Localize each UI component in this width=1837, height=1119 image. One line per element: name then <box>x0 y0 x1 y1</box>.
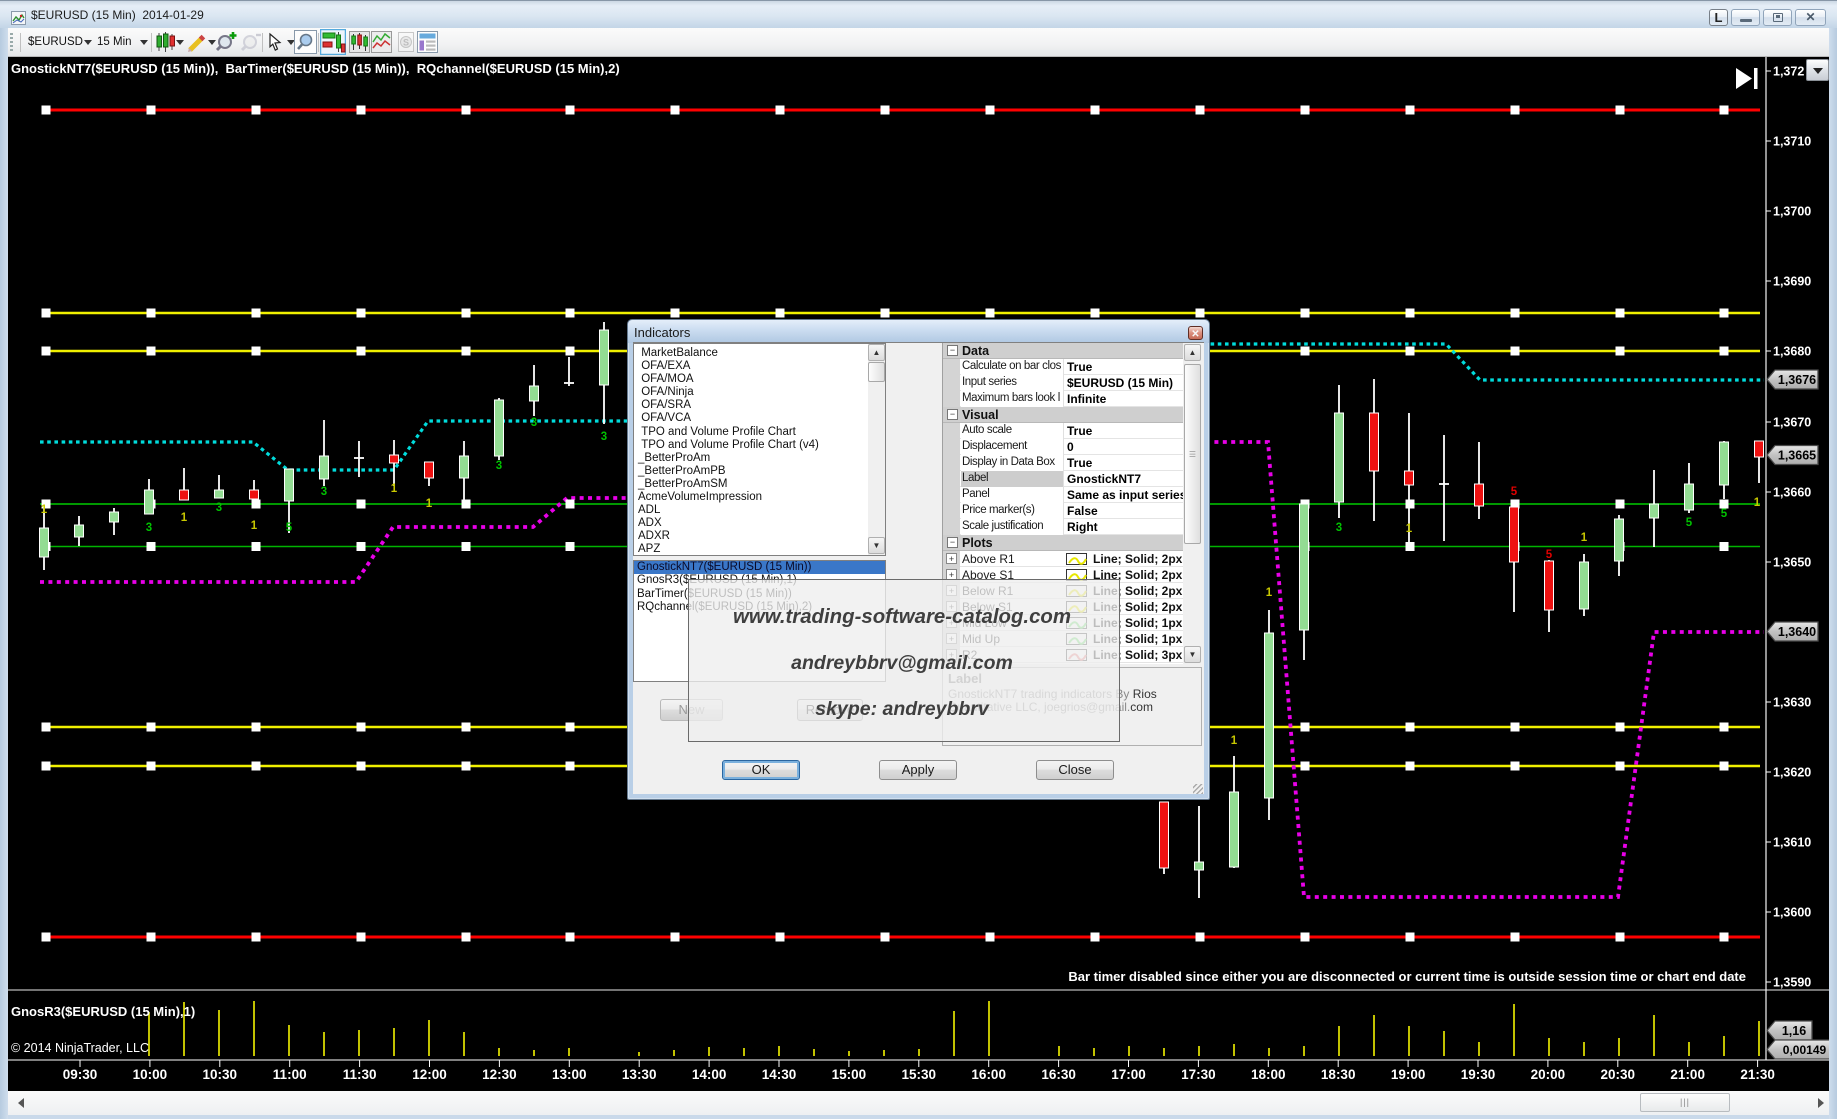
svg-text:1: 1 <box>181 512 188 524</box>
svg-text:1: 1 <box>251 520 258 532</box>
svg-text:11:30: 11:30 <box>343 1067 377 1082</box>
svg-text:1,3710: 1,3710 <box>1773 135 1811 149</box>
svg-text:1,16: 1,16 <box>1782 1024 1806 1038</box>
svg-text:20:30: 20:30 <box>1601 1067 1636 1082</box>
svg-text:16:30: 16:30 <box>1041 1067 1076 1082</box>
svg-text:10:30: 10:30 <box>203 1067 238 1082</box>
svg-text:1: 1 <box>1581 532 1588 544</box>
svg-text:5: 5 <box>1721 508 1728 520</box>
svg-text:1,3700: 1,3700 <box>1773 205 1811 219</box>
svg-text:19:30: 19:30 <box>1461 1067 1496 1082</box>
svg-text:1: 1 <box>391 483 398 495</box>
svg-text:12:30: 12:30 <box>482 1067 517 1082</box>
svg-text:3: 3 <box>496 460 502 472</box>
svg-text:13:30: 13:30 <box>622 1067 657 1082</box>
svg-text:14:30: 14:30 <box>762 1067 797 1082</box>
svg-text:0,00149: 0,00149 <box>1783 1043 1827 1057</box>
svg-text:3: 3 <box>321 486 327 498</box>
svg-text:1,3665: 1,3665 <box>1778 449 1816 463</box>
svg-text:5: 5 <box>1546 549 1553 561</box>
svg-text:17:00: 17:00 <box>1111 1067 1146 1082</box>
svg-text:17:30: 17:30 <box>1181 1067 1216 1082</box>
svg-text:10:00: 10:00 <box>133 1067 168 1082</box>
svg-text:13:00: 13:00 <box>552 1067 587 1082</box>
svg-text:3: 3 <box>531 417 537 429</box>
svg-text:12:00: 12:00 <box>412 1067 447 1082</box>
svg-text:18:00: 18:00 <box>1251 1067 1286 1082</box>
svg-text:1,3630: 1,3630 <box>1773 696 1811 710</box>
svg-text:1,3620: 1,3620 <box>1773 766 1811 780</box>
svg-text:20:00: 20:00 <box>1531 1067 1566 1082</box>
svg-text:1: 1 <box>426 498 433 510</box>
svg-text:1,3610: 1,3610 <box>1773 836 1811 850</box>
svg-text:21:00: 21:00 <box>1670 1067 1705 1082</box>
svg-text:1,3640: 1,3640 <box>1778 625 1816 639</box>
svg-text:1: 1 <box>1266 587 1273 599</box>
svg-text:18:30: 18:30 <box>1321 1067 1356 1082</box>
svg-text:16:00: 16:00 <box>971 1067 1006 1082</box>
svg-text:1,3650: 1,3650 <box>1773 556 1811 570</box>
svg-text:1,3590: 1,3590 <box>1773 976 1811 990</box>
svg-text:5: 5 <box>1686 517 1693 529</box>
svg-text:1,3680: 1,3680 <box>1773 345 1811 359</box>
svg-text:15:30: 15:30 <box>902 1067 937 1082</box>
svg-text:15:00: 15:00 <box>832 1067 867 1082</box>
svg-text:1,3690: 1,3690 <box>1773 275 1811 289</box>
svg-text:11:00: 11:00 <box>273 1067 307 1082</box>
svg-text:1: 1 <box>1231 735 1238 747</box>
svg-text:21:30: 21:30 <box>1740 1067 1775 1082</box>
svg-text:5: 5 <box>286 522 293 534</box>
svg-text:5: 5 <box>1511 486 1518 498</box>
svg-text:3: 3 <box>601 431 607 443</box>
svg-text:3: 3 <box>216 502 222 514</box>
svg-text:1,3670: 1,3670 <box>1773 416 1811 430</box>
svg-text:1: 1 <box>1406 523 1413 535</box>
svg-text:19:00: 19:00 <box>1391 1067 1426 1082</box>
svg-text:1: 1 <box>41 504 48 516</box>
svg-text:1,3660: 1,3660 <box>1773 486 1811 500</box>
svg-text:1,3676: 1,3676 <box>1778 373 1816 387</box>
svg-text:3: 3 <box>146 522 152 534</box>
svg-text:1,372: 1,372 <box>1773 65 1804 79</box>
svg-text:1,3600: 1,3600 <box>1773 906 1811 920</box>
svg-text:14:00: 14:00 <box>692 1067 727 1082</box>
svg-text:09:30: 09:30 <box>63 1067 98 1082</box>
svg-text:1: 1 <box>1754 497 1761 509</box>
svg-text:3: 3 <box>1336 522 1342 534</box>
